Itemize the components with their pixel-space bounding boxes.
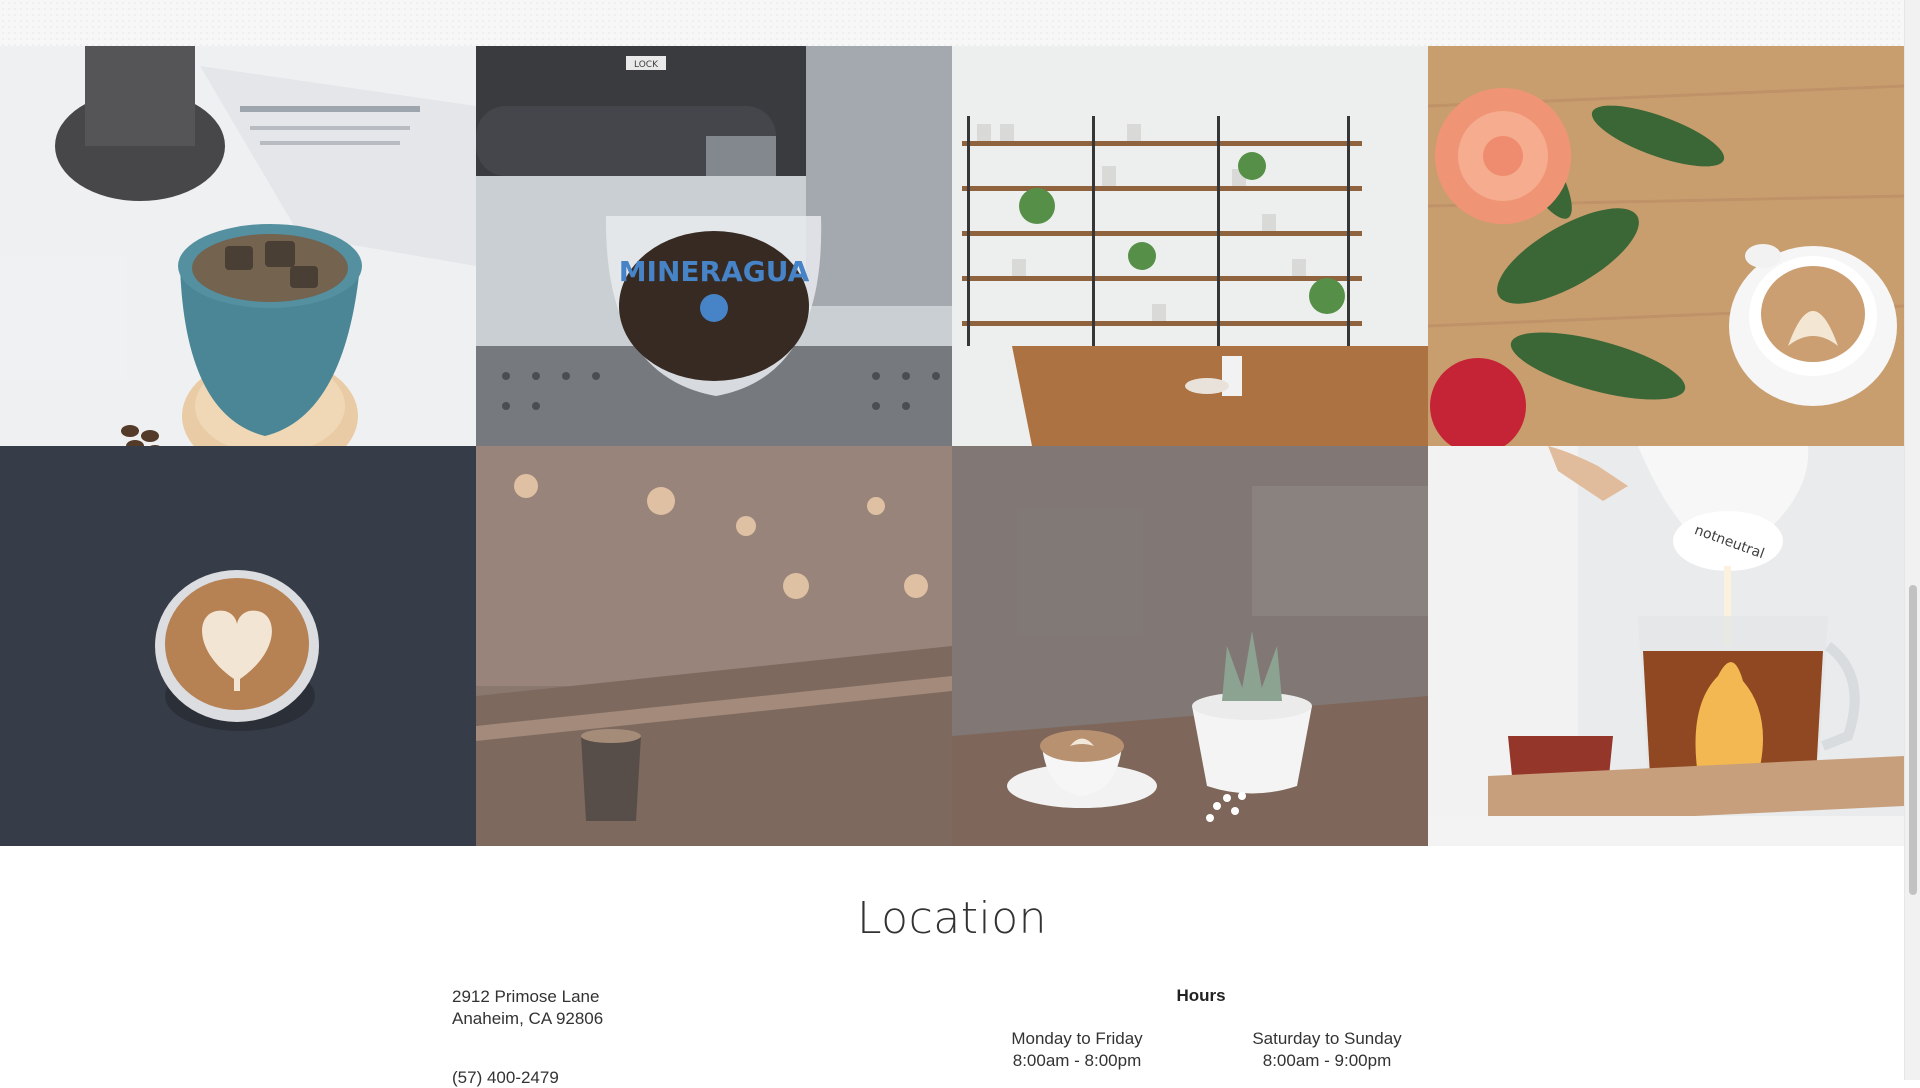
latte-with-succulent-image (952, 446, 1428, 846)
latte-with-roses-image (1428, 46, 1904, 446)
weekday-time: 8:00am - 8:00pm (1012, 1051, 1142, 1070)
hours-heading: Hours (1176, 986, 1226, 1005)
address-line1: 2912 Primose Lane (452, 987, 600, 1006)
cafe-shelves-interior-image (952, 46, 1428, 446)
weekend-label: Saturday to Sunday (1252, 1029, 1402, 1048)
weekend-time: 8:00am - 9:00pm (1262, 1051, 1392, 1070)
machine-label-text: LOCK (634, 60, 659, 70)
gallery-tile-iced-coffee[interactable] (0, 46, 476, 446)
milk-pouring-tea-image: notneutral (1428, 446, 1904, 846)
espresso-machine-glass-image: MINERAGUA LOCK (476, 46, 952, 446)
address-block: 2912 Primose Lane Anaheim, CA 92806 (452, 986, 603, 1030)
location-heading: Location (856, 893, 1048, 944)
latte-heart-art-image (0, 446, 476, 846)
image-gallery: MINERAGUA LOCK notneutral (0, 46, 1904, 846)
weekday-hours: Monday to Friday 8:00am - 8:00pm (977, 1028, 1177, 1072)
gallery-tile-cafe-interior[interactable] (952, 46, 1428, 446)
gallery-tile-latte-succulent[interactable] (952, 446, 1428, 846)
address-line2: Anaheim, CA 92806 (452, 1009, 604, 1028)
dim-bar-espresso-image (476, 446, 952, 846)
gallery-tile-espresso-machine[interactable]: MINERAGUA LOCK (476, 46, 952, 446)
phone-number[interactable]: (57) 400-2479 (452, 1068, 559, 1088)
page-scrollbar[interactable] (1904, 0, 1920, 1080)
mug-brand-text: MINERAGUA (619, 255, 810, 288)
gallery-tile-latte-roses[interactable] (1428, 46, 1904, 446)
gallery-tile-bar-espresso[interactable] (476, 446, 952, 846)
iced-coffee-blue-cup-image (0, 46, 476, 446)
gallery-tile-milk-tea[interactable]: notneutral (1428, 446, 1904, 846)
weekday-label: Monday to Friday (1011, 1029, 1143, 1048)
scrollbar-thumb[interactable] (1909, 585, 1917, 895)
pitcher-brand-text: notneutral (1692, 522, 1766, 562)
gallery-tile-latte-heart[interactable] (0, 446, 476, 846)
weekend-hours: Saturday to Sunday 8:00am - 9:00pm (1227, 1028, 1427, 1072)
top-section-background (0, 0, 1904, 46)
